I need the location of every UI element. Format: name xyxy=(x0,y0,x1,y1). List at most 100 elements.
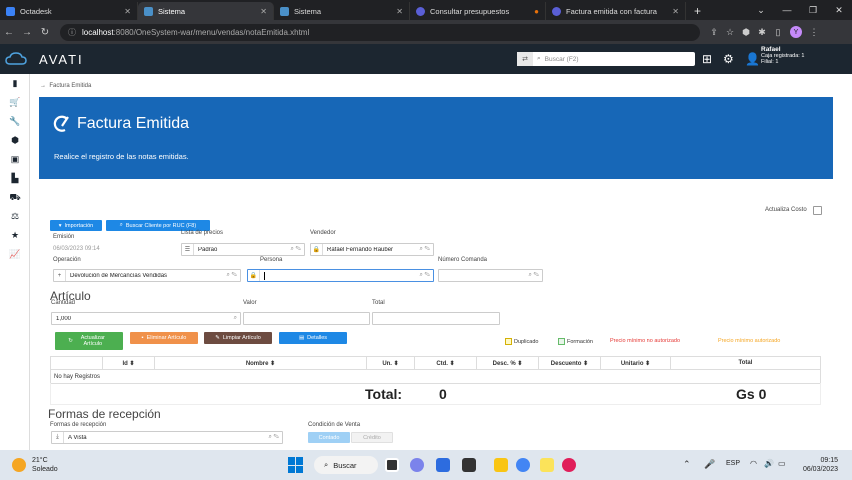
global-search[interactable]: ⇄ ⌕ Buscar (F2) xyxy=(517,52,695,66)
share-icon[interactable]: ⇪ xyxy=(706,27,722,38)
browser-tab-sistema-1[interactable]: Sistema ✕ xyxy=(138,2,274,20)
weather-widget[interactable]: 21°C Soleado xyxy=(32,456,58,474)
lista-precios-field[interactable]: ☰ Padrão ⌕ ✎ xyxy=(181,243,305,256)
browser-tab-sistema-2[interactable]: Sistema ✕ xyxy=(274,2,410,20)
close-tab-icon[interactable]: ✕ xyxy=(260,7,267,16)
search-edit-icon[interactable]: ⌕ ✎ xyxy=(269,434,283,441)
teams-icon[interactable] xyxy=(410,458,424,472)
sidebar-balance-icon[interactable]: ⚖ xyxy=(0,207,30,226)
actualizar-articulo-button[interactable]: ↻ Actualizar Artículo xyxy=(55,332,123,350)
forward-icon[interactable]: → xyxy=(18,27,36,38)
sidebar-truck-icon[interactable]: ⛟ xyxy=(0,188,30,207)
browser-tab-octadesk[interactable]: Octadesk ✕ xyxy=(0,2,138,20)
eliminar-articulo-button[interactable]: ▪ Eliminar Artículo xyxy=(130,332,198,344)
search-edit-icon[interactable]: ⌕ ✎ xyxy=(227,272,241,279)
table-row: No hay Registros xyxy=(50,369,821,384)
user-icon[interactable]: 👤 xyxy=(745,52,760,66)
windows-start-icon[interactable] xyxy=(288,457,304,473)
close-tab-icon[interactable]: ✕ xyxy=(124,7,131,16)
articulos-table: Id ⬍ Nombre ⬍ Un. ⬍ Ctd. ⬍ Desc. % ⬍ Des… xyxy=(50,356,821,384)
chrome-icon[interactable] xyxy=(516,458,530,472)
sidebar-industry-icon[interactable]: ▙ xyxy=(0,169,30,188)
column-header-un[interactable]: Un. ⬍ xyxy=(366,356,415,370)
valor-field[interactable] xyxy=(243,312,370,325)
sidebar-star-icon[interactable]: ★ xyxy=(0,226,30,245)
maximize-icon[interactable]: ❐ xyxy=(800,5,826,16)
vendedor-field[interactable]: 🔒 Rafael Fernando Rauber ⌕ ✎ xyxy=(310,243,434,256)
url-field[interactable]: ⓘ localhost:8080/OneSystem-war/menu/vend… xyxy=(60,23,700,41)
column-header-nombre[interactable]: Nombre ⬍ xyxy=(154,356,367,370)
table-header-row: Id ⬍ Nombre ⬍ Un. ⬍ Ctd. ⬍ Desc. % ⬍ Des… xyxy=(50,356,821,370)
search-edit-icon[interactable]: ⌕ ✎ xyxy=(529,272,543,279)
widgets-icon[interactable] xyxy=(436,458,450,472)
close-tab-icon[interactable]: ● xyxy=(534,7,539,16)
system-clock[interactable]: 09:15 06/03/2023 xyxy=(798,456,838,474)
store-icon[interactable] xyxy=(462,458,476,472)
numero-comanda-field[interactable]: ⌕ ✎ xyxy=(438,269,543,282)
chevron-down-icon[interactable]: ⌄ xyxy=(748,5,774,16)
battery-icon[interactable]: ▭ xyxy=(778,459,786,468)
limpiar-articulo-button[interactable]: ✎ Limpiar Artículo xyxy=(204,332,272,344)
file-explorer-icon[interactable] xyxy=(494,458,508,472)
chevron-up-icon[interactable]: ⌃ xyxy=(683,459,691,470)
sidebar-money-icon[interactable]: ▣ xyxy=(0,150,30,169)
sidebar-chart-icon[interactable]: 📈 xyxy=(0,245,30,264)
refresh-icon[interactable]: ⇄ xyxy=(517,52,533,66)
sticky-notes-icon[interactable] xyxy=(540,458,554,472)
slack-icon[interactable] xyxy=(562,458,576,472)
language-indicator[interactable]: ESP xyxy=(726,460,740,467)
sidebar-wrench-icon[interactable]: 🔧 xyxy=(0,112,30,131)
search-edit-icon[interactable]: ⌕ ✎ xyxy=(420,246,434,253)
cantidad-field[interactable]: 1,000 ⌕ xyxy=(51,312,241,325)
new-tab-button[interactable]: + xyxy=(686,2,709,20)
formas-recepcion-field[interactable]: ⤓ A Vista ⌕ ✎ xyxy=(51,431,283,444)
column-header-descuento[interactable]: Descuento ⬍ xyxy=(538,356,601,370)
search-icon[interactable]: ⌕ xyxy=(234,315,240,322)
column-header-ctd[interactable]: Ctd. ⬍ xyxy=(414,356,477,370)
sidebar-cart-icon[interactable]: 🛒 xyxy=(0,93,30,112)
grid-add-icon[interactable]: ⊞ xyxy=(702,52,712,66)
close-tab-icon[interactable]: ✕ xyxy=(396,7,403,16)
detalles-button[interactable]: ▤ Detalles xyxy=(279,332,347,344)
total-amount: Gs 0 xyxy=(736,386,767,402)
microphone-icon[interactable]: 🎤 xyxy=(704,459,715,470)
plus-icon[interactable]: + xyxy=(54,270,66,281)
menu-dots-icon[interactable]: ⋮ xyxy=(806,27,822,38)
search-edit-icon[interactable]: ⌕ ✎ xyxy=(420,272,434,279)
contado-button[interactable]: Contado xyxy=(308,432,350,443)
page-title: Factura Emitida xyxy=(53,115,189,133)
actualiza-costo-checkbox[interactable] xyxy=(813,206,822,215)
column-header-id[interactable]: Id ⬍ xyxy=(102,356,155,370)
volume-icon[interactable]: 🔊 xyxy=(764,459,774,468)
operacion-field[interactable]: + Devolución de Mercancías Vendidas ⌕ ✎ xyxy=(53,269,241,282)
extension-icon[interactable]: ⬢ xyxy=(738,27,754,38)
persona-field[interactable]: 🔒 ⌕ ✎ xyxy=(247,269,434,282)
taskbar-search[interactable]: ⌕ Buscar xyxy=(314,456,378,474)
app-header: AVATI ⇄ ⌕ Buscar (F2) ⊞ ⚙ 👤 Rafael Caja … xyxy=(0,44,852,74)
octadesk-favicon-icon xyxy=(6,6,15,16)
gear-icon[interactable]: ⚙ xyxy=(723,52,734,66)
profile-avatar[interactable]: Y xyxy=(790,26,802,38)
back-icon[interactable]: ← xyxy=(0,27,18,38)
puzzle-icon[interactable]: ✱ xyxy=(754,27,770,38)
star-icon[interactable]: ☆ xyxy=(722,27,738,38)
cloud-logo-icon xyxy=(5,52,27,65)
task-view-icon[interactable] xyxy=(385,458,399,472)
minimize-icon[interactable]: — xyxy=(774,5,800,15)
sidebar-cubes-icon[interactable]: ⬢ xyxy=(0,131,30,150)
sun-weather-icon[interactable] xyxy=(12,458,26,472)
column-header-desc-pct[interactable]: Desc. % ⬍ xyxy=(476,356,539,370)
sidebar-book-icon[interactable]: ▮ xyxy=(0,74,30,93)
reload-icon[interactable]: ↻ xyxy=(36,27,54,38)
wifi-icon[interactable]: ◠ xyxy=(750,459,757,468)
column-header-unitario[interactable]: Unitario ⬍ xyxy=(600,356,671,370)
browser-tab-factura[interactable]: Factura emitida con factura ✕ xyxy=(546,2,686,20)
importacion-button[interactable]: ▾ Importación xyxy=(50,220,102,231)
browser-tab-presupuestos[interactable]: Consultar presupuestos ● xyxy=(410,2,546,20)
credito-button[interactable]: Crédito xyxy=(351,432,393,443)
search-edit-icon[interactable]: ⌕ ✎ xyxy=(291,246,305,253)
sidebar-icon[interactable]: ▯ xyxy=(770,27,786,38)
close-tab-icon[interactable]: ✕ xyxy=(672,7,679,16)
close-window-icon[interactable]: ✕ xyxy=(826,5,852,16)
brand-logo: AVATI xyxy=(39,51,84,67)
